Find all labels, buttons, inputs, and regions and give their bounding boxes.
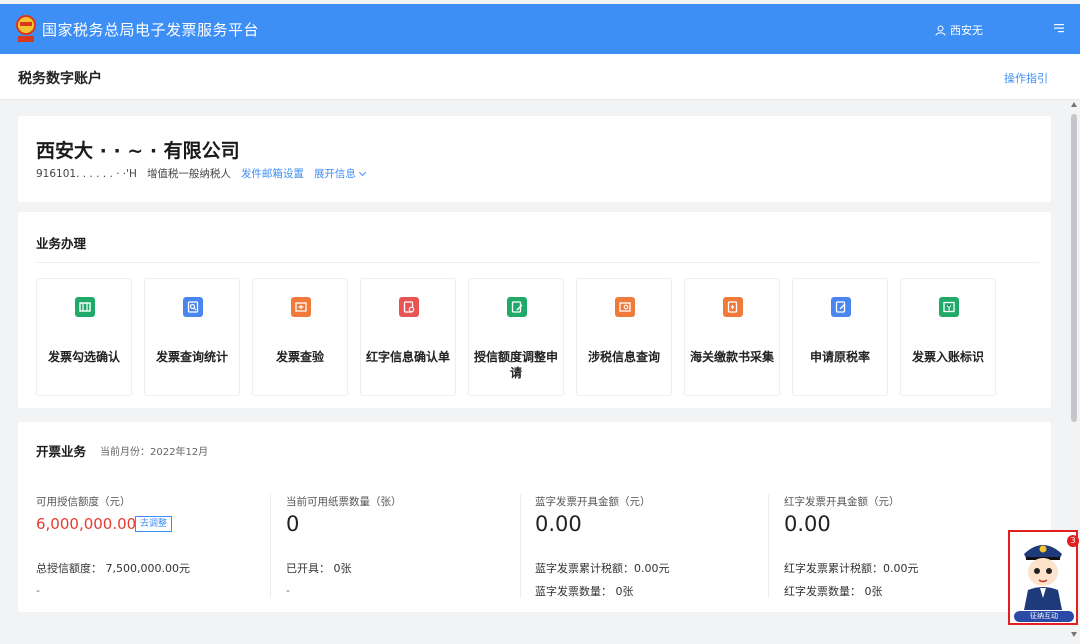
invoice-query-icon: [183, 297, 203, 317]
tile-label: 海关缴款书采集: [689, 350, 774, 364]
tile-customs-payment[interactable]: 海关缴款书采集: [684, 278, 780, 396]
tile-label: 授信额度调整申请: [473, 350, 558, 380]
adjust-credit-button[interactable]: 去调整: [135, 516, 173, 532]
stat-line: -: [36, 584, 40, 597]
top-bar: 国家税务总局电子发票服务平台 西安无: [0, 4, 1080, 54]
total-credit-line: 总授信额度： 7,500,000.00元: [36, 562, 190, 575]
red-invoice-amount-value: 0.00: [784, 512, 831, 536]
tile-red-letter-confirm[interactable]: 红字信息确认单: [360, 278, 456, 396]
user-name: 西安无: [950, 24, 983, 37]
tile-label: 发票勾选确认: [47, 350, 120, 364]
sub-header: 税务数字账户 操作指引: [0, 54, 1080, 100]
taxpayer-type: 增值税一般纳税人: [146, 168, 231, 180]
invoice-account-icon: [939, 297, 959, 317]
tile-invoice-select[interactable]: 发票勾选确认: [36, 278, 132, 396]
red-tax-line: 红字发票累计税额：0.00元: [784, 562, 919, 575]
invoice-select-icon: [75, 297, 95, 317]
company-name: 西安大 · · ~ · 有限公司: [36, 140, 240, 162]
tile-label: 发票入账标识: [911, 350, 984, 364]
user-menu[interactable]: 西安无: [935, 22, 983, 38]
red-letter-confirm-icon: [399, 297, 419, 317]
blue-invoice-amount-value: 0.00: [535, 512, 582, 536]
menu-icon[interactable]: [1052, 21, 1066, 35]
current-month: 当前月份：2022年12月: [100, 447, 209, 458]
tile-label: 发票查验: [275, 350, 324, 364]
tax-officer-avatar-icon: [1024, 545, 1062, 610]
tile-label: 红字信息确认单: [365, 350, 450, 364]
expand-info-label: 展开信息: [313, 168, 356, 180]
invoicing-title: 开票业务: [36, 444, 87, 459]
chevron-down-icon: [358, 168, 366, 177]
tile-invoice-account[interactable]: 发票入账标识: [900, 278, 996, 396]
divider: [36, 262, 1039, 263]
assistant-widget[interactable]: 3 征纳互动: [1008, 530, 1079, 625]
invoice-verify-icon: [291, 297, 311, 317]
notification-badge: 3: [1067, 535, 1079, 547]
column-separator: [270, 494, 271, 598]
stat-label: 蓝字发票开具金额（元）: [535, 496, 651, 508]
scroll-up-arrow[interactable]: [1071, 102, 1077, 107]
scroll-down-arrow[interactable]: [1071, 632, 1077, 637]
available-credit-value: 6,000,000.00: [36, 515, 137, 533]
business-title: 业务办理: [36, 236, 87, 251]
invoicing-card: 开票业务 当前月份：2022年12月 可用授信额度（元） 6,000,000.0…: [18, 422, 1051, 612]
column-separator: [768, 494, 769, 598]
mail-setting-link[interactable]: 发件邮箱设置: [241, 166, 304, 181]
expand-info-link[interactable]: 展开信息: [313, 166, 366, 181]
company-card: 西安大 · · ~ · 有限公司 916101. . . . . . · ·'H…: [18, 116, 1051, 202]
blue-tax-line: 蓝字发票累计税额：0.00元: [535, 562, 670, 575]
tile-label: 申请原税率: [809, 350, 870, 364]
tile-label: 涉税信息查询: [587, 350, 660, 364]
page-title: 税务数字账户: [18, 71, 102, 87]
tile-credit-adjust[interactable]: 授信额度调整申请: [468, 278, 564, 396]
tax-id: 916101. . . . . . · ·'H: [36, 167, 137, 180]
customs-payment-icon: [723, 297, 743, 317]
tile-tax-info-query[interactable]: 涉税信息查询: [576, 278, 672, 396]
red-count-line: 红字发票数量： 0张: [784, 585, 883, 598]
assistant-label: 征纳互动: [1014, 611, 1074, 622]
blue-count-line: 蓝字发票数量： 0张: [535, 585, 634, 598]
business-card: 业务办理 发票勾选确认 发票查询统计 发票查验 红字信息确认单 授信额度调整申请: [18, 212, 1051, 408]
tax-info-query-icon: [615, 297, 635, 317]
tile-label: 发票查询统计: [155, 350, 228, 364]
credit-adjust-icon: [507, 297, 527, 317]
paper-invoice-count-value: 0: [286, 512, 300, 536]
company-meta: 916101. . . . . . · ·'H 增值税一般纳税人 发件邮箱设置 …: [36, 166, 366, 181]
original-rate-icon: [831, 297, 851, 317]
column-separator: [520, 494, 521, 598]
stat-label: 当前可用纸票数量（张）: [286, 496, 402, 508]
stat-label: 红字发票开具金额（元）: [784, 496, 900, 508]
stat-label: 可用授信额度（元）: [36, 496, 131, 508]
tile-invoice-query[interactable]: 发票查询统计: [144, 278, 240, 396]
scrollbar-thumb[interactable]: [1071, 114, 1077, 422]
tile-invoice-verify[interactable]: 发票查验: [252, 278, 348, 396]
issued-line: 已开具： 0张: [286, 562, 352, 575]
tax-emblem-icon: [16, 15, 36, 42]
stat-line: -: [286, 584, 290, 597]
tile-original-rate[interactable]: 申请原税率: [792, 278, 888, 396]
operation-guide-link[interactable]: 操作指引: [1004, 70, 1048, 86]
user-icon: [935, 25, 946, 36]
app-title: 国家税务总局电子发票服务平台: [42, 21, 260, 39]
